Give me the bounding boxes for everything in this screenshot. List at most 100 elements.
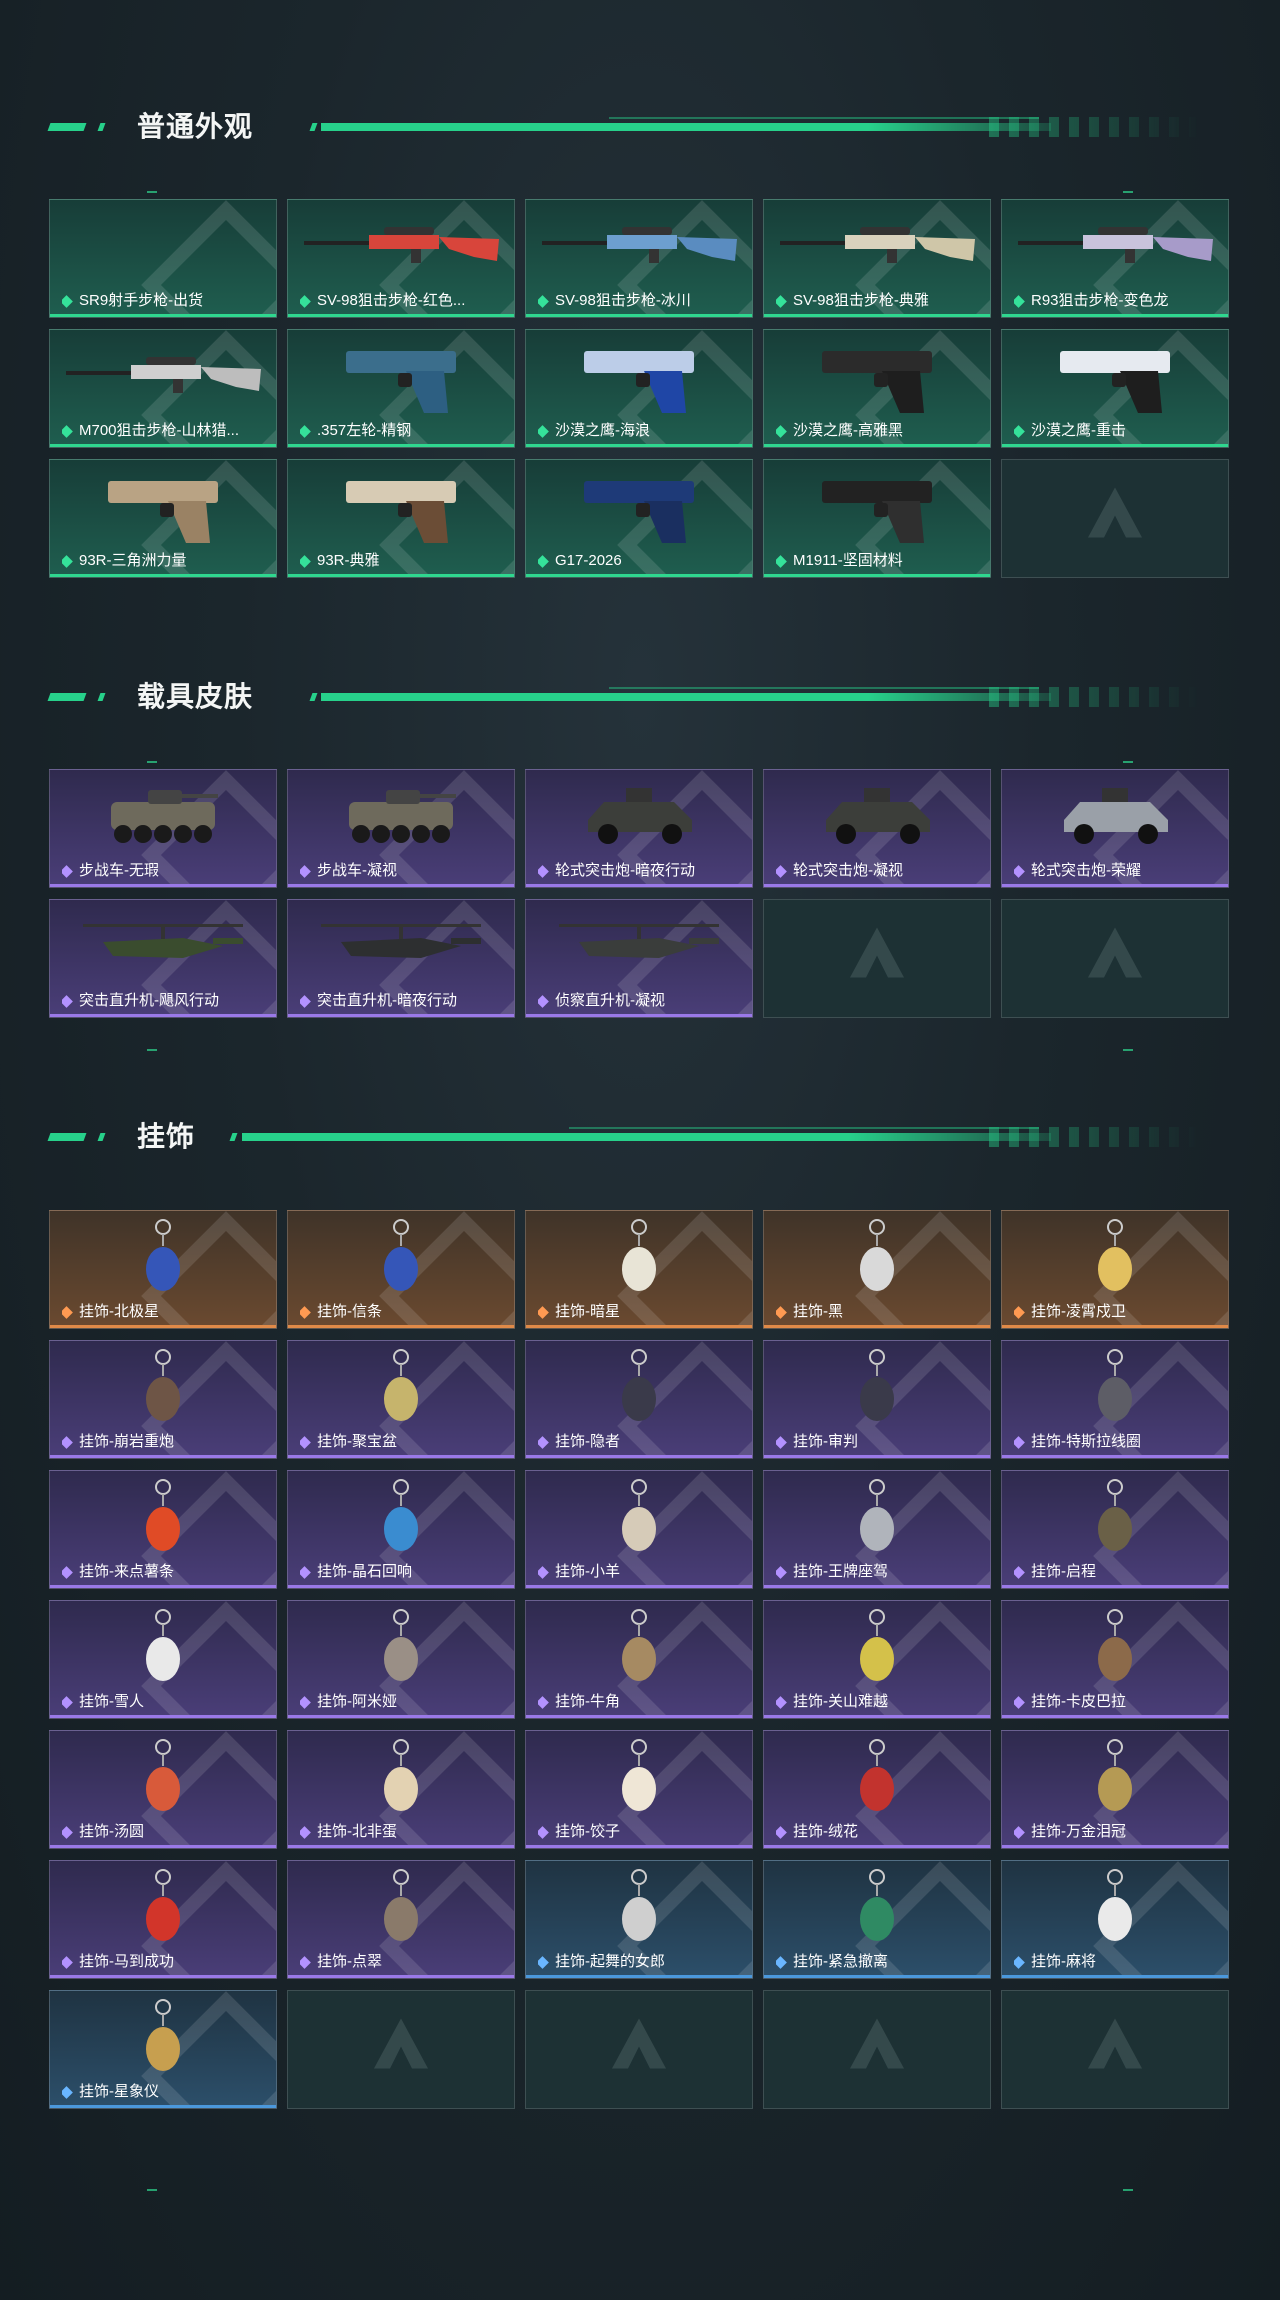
item-card[interactable]: 沙漠之鹰-高雅黑 <box>763 329 991 448</box>
item-name: 挂饰-万金泪冠 <box>1031 1823 1126 1840</box>
item-card[interactable]: 挂饰-汤圆 <box>49 1730 277 1849</box>
item-card[interactable]: 挂饰-关山难越 <box>763 1600 991 1719</box>
item-card[interactable]: 挂饰-小羊 <box>525 1470 753 1589</box>
item-label: G17-2026 <box>538 551 622 571</box>
item-card[interactable]: 挂饰-点翠 <box>287 1860 515 1979</box>
item-card[interactable]: 挂饰-启程 <box>1001 1470 1229 1589</box>
item-card[interactable]: M700狙击步枪-山林猎... <box>49 329 277 448</box>
corner-tick <box>1123 1049 1133 1051</box>
item-label: M1911-坚固材料 <box>776 551 903 571</box>
empty-slot <box>287 1990 515 2109</box>
section-title: 普通外观 <box>137 111 254 142</box>
item-label: R93狙击步枪-变色龙 <box>1014 291 1169 311</box>
item-card[interactable]: 挂饰-凌霄戍卫 <box>1001 1210 1229 1329</box>
rarity-diamond-icon <box>62 994 73 1008</box>
item-card[interactable]: 挂饰-王牌座驾 <box>763 1470 991 1589</box>
rarity-diamond-icon <box>300 1305 311 1319</box>
item-label: 挂饰-小羊 <box>538 1562 620 1582</box>
charm-crown <box>1002 1737 1228 1819</box>
item-label: 挂饰-晶石回响 <box>300 1562 412 1582</box>
item-card[interactable]: 挂饰-崩岩重炮 <box>49 1340 277 1459</box>
item-card[interactable]: 步战车-凝视 <box>287 769 515 888</box>
item-card[interactable]: 挂饰-隐者 <box>525 1340 753 1459</box>
corner-tick <box>147 761 157 763</box>
item-card[interactable]: SV-98狙击步枪-冰川 <box>525 199 753 318</box>
pistol-dark <box>764 466 990 548</box>
charm-card <box>764 1347 990 1429</box>
item-card[interactable]: 挂饰-聚宝盆 <box>287 1340 515 1459</box>
rarity-diamond-icon <box>776 294 787 308</box>
item-card[interactable]: 突击直升机-暗夜行动 <box>287 899 515 1018</box>
item-name: 沙漠之鹰-海浪 <box>555 422 650 439</box>
item-card[interactable]: 93R-三角洲力量 <box>49 459 277 578</box>
item-name: 挂饰-卡皮巴拉 <box>1031 1693 1126 1710</box>
item-card[interactable]: 挂饰-紧急撤离 <box>763 1860 991 1979</box>
item-card[interactable]: 挂饰-万金泪冠 <box>1001 1730 1229 1849</box>
item-card[interactable]: 突击直升机-飓风行动 <box>49 899 277 1018</box>
logo-watermark-icon <box>604 2012 674 2087</box>
item-card[interactable]: 挂饰-马到成功 <box>49 1860 277 1979</box>
rarity-diamond-icon <box>538 1955 549 1969</box>
item-card[interactable]: M1911-坚固材料 <box>763 459 991 578</box>
item-card[interactable]: 挂饰-星象仪 <box>49 1990 277 2109</box>
item-card[interactable]: SV-98狙击步枪-典雅 <box>763 199 991 318</box>
charm-figure <box>288 1217 514 1299</box>
item-name: 突击直升机-飓风行动 <box>79 992 219 1009</box>
item-card[interactable]: 挂饰-阿米娅 <box>287 1600 515 1719</box>
item-name: 挂饰-麻将 <box>1031 1953 1096 1970</box>
item-card[interactable]: 挂饰-牛角 <box>525 1600 753 1719</box>
item-label: 沙漠之鹰-重击 <box>1014 421 1126 441</box>
charm-exit <box>764 1867 990 1949</box>
item-card[interactable]: 侦察直升机-凝视 <box>525 899 753 1018</box>
item-card[interactable]: 挂饰-绒花 <box>763 1730 991 1849</box>
item-name: 93R-典雅 <box>317 552 380 569</box>
item-card[interactable]: 挂饰-雪人 <box>49 1600 277 1719</box>
sniper-rifle-red <box>288 206 514 288</box>
rarity-diamond-icon <box>1014 1825 1025 1839</box>
item-card[interactable]: 沙漠之鹰-重击 <box>1001 329 1229 448</box>
header-checker <box>989 687 1199 707</box>
charm-mahjong <box>1002 1867 1228 1949</box>
item-card[interactable]: 93R-典雅 <box>287 459 515 578</box>
item-name: 轮式突击炮-暗夜行动 <box>555 862 695 879</box>
item-name: M700狙击步枪-山林猎... <box>79 422 240 439</box>
item-name: 挂饰-北极星 <box>79 1303 159 1320</box>
item-card[interactable]: 挂饰-黑 <box>763 1210 991 1329</box>
item-card[interactable]: SR9射手步枪-出货 <box>49 199 277 318</box>
item-card[interactable]: 挂饰-特斯拉线圈 <box>1001 1340 1229 1459</box>
item-card[interactable]: G17-2026 <box>525 459 753 578</box>
rarity-diamond-icon <box>1014 1305 1025 1319</box>
item-card[interactable]: 轮式突击炮-凝视 <box>763 769 991 888</box>
item-label: 挂饰-饺子 <box>538 1822 620 1842</box>
item-card[interactable]: 挂饰-麻将 <box>1001 1860 1229 1979</box>
item-card[interactable]: 挂饰-饺子 <box>525 1730 753 1849</box>
item-card[interactable]: 挂饰-北极星 <box>49 1210 277 1329</box>
pistol-tan <box>50 466 276 548</box>
item-card[interactable]: SV-98狙击步枪-红色... <box>287 199 515 318</box>
item-card[interactable]: 步战车-无瑕 <box>49 769 277 888</box>
charm-bowl <box>288 1347 514 1429</box>
item-card[interactable]: 挂饰-来点薯条 <box>49 1470 277 1589</box>
item-card[interactable]: 挂饰-北非蛋 <box>287 1730 515 1849</box>
item-card[interactable]: 沙漠之鹰-海浪 <box>525 329 753 448</box>
item-card[interactable]: R93狙击步枪-变色龙 <box>1001 199 1229 318</box>
rarity-diamond-icon <box>538 1695 549 1709</box>
helicopter-dark <box>288 906 514 988</box>
item-name: SV-98狙击步枪-红色... <box>317 292 466 309</box>
item-card[interactable]: 挂饰-审判 <box>763 1340 991 1459</box>
item-name: 挂饰-紧急撤离 <box>793 1953 888 1970</box>
item-card[interactable]: 挂饰-晶石回响 <box>287 1470 515 1589</box>
item-card[interactable]: .357左轮-精钢 <box>287 329 515 448</box>
item-card[interactable]: 挂饰-卡皮巴拉 <box>1001 1600 1229 1719</box>
item-name: 挂饰-启程 <box>1031 1563 1096 1580</box>
item-card[interactable]: 轮式突击炮-暗夜行动 <box>525 769 753 888</box>
item-card[interactable]: 挂饰-暗星 <box>525 1210 753 1329</box>
item-card[interactable]: 挂饰-起舞的女郎 <box>525 1860 753 1979</box>
item-card[interactable]: 挂饰-信条 <box>287 1210 515 1329</box>
item-card[interactable]: 轮式突击炮-荣耀 <box>1001 769 1229 888</box>
item-name: 挂饰-信条 <box>317 1303 382 1320</box>
item-name: 挂饰-绒花 <box>793 1823 858 1840</box>
rarity-diamond-icon <box>1014 1695 1025 1709</box>
rarity-diamond-icon <box>776 1435 787 1449</box>
header-checker <box>989 117 1199 137</box>
